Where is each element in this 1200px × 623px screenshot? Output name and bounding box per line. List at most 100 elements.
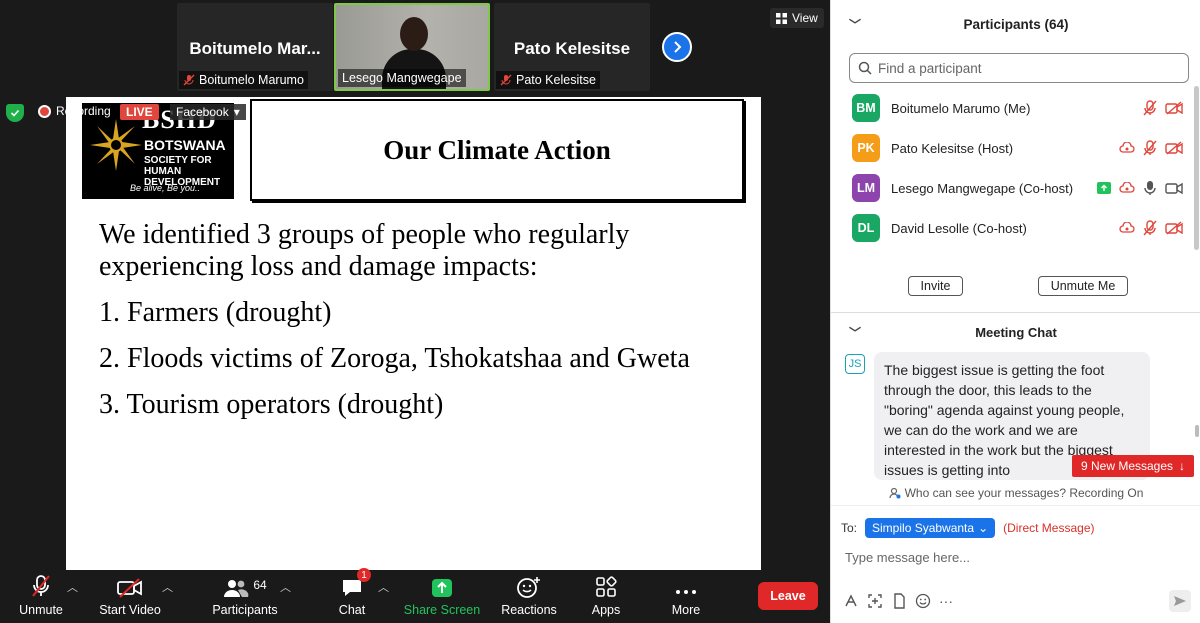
participant-name: Lesego Mangwegape (Co-host) (891, 180, 1074, 196)
reactions-button[interactable]: Reactions (500, 570, 558, 623)
logo-tagline: Be alive, Be you.. (130, 183, 201, 193)
chevron-up-icon[interactable]: ︿ (67, 579, 78, 595)
mic-muted-icon (32, 575, 50, 597)
person-icon (888, 487, 901, 499)
avatar: PK (852, 134, 880, 162)
send-button[interactable] (1169, 590, 1191, 612)
recipient-name: Simpilo Syabwanta (872, 521, 975, 535)
participant-row[interactable]: PK Pato Kelesitse (Host) (831, 128, 1191, 168)
format-icon[interactable] (843, 593, 859, 609)
apps-icon (596, 576, 617, 597)
mic-muted-icon (1143, 140, 1157, 156)
emoji-icon[interactable] (915, 593, 931, 609)
new-messages-label: 9 New Messages (1080, 459, 1174, 473)
unmute-me-button[interactable]: Unmute Me (1038, 276, 1128, 296)
mic-muted-icon (1143, 100, 1157, 116)
start-video-label: Start Video (99, 603, 161, 617)
recording-indicator[interactable]: Recording (38, 104, 111, 118)
to-label: To: (841, 521, 858, 535)
security-shield-icon[interactable] (6, 104, 24, 122)
side-panel: ﹀ Participants (64) BM Boitumelo Marumo … (830, 0, 1200, 623)
tile-label: Boitumelo Marumo (179, 71, 308, 89)
start-video-button[interactable]: Start Video (98, 570, 162, 623)
more-dots-icon (676, 590, 696, 594)
participant-list: BM Boitumelo Marumo (Me) PK Pato Kelesit… (831, 88, 1191, 256)
recipient-row: To: Simpilo Syabwanta ⌄ (Direct Message) (841, 518, 1095, 538)
more-label: More (671, 603, 701, 617)
arrow-down-icon: ↓ (1179, 459, 1186, 473)
unmute-button[interactable]: Unmute (14, 570, 68, 623)
slide-item: 1. Farmers (drought) (99, 297, 332, 328)
meeting-area: Boitumelo Mar... Boitumelo Marumo Lesego… (0, 0, 830, 623)
chevron-down-icon[interactable]: ﹀ (849, 16, 861, 33)
view-button[interactable]: View (770, 8, 824, 28)
tile-label-text: Boitumelo Marumo (199, 73, 304, 87)
participant-row[interactable]: BM Boitumelo Marumo (Me) (831, 88, 1191, 128)
video-off-icon (1165, 221, 1183, 235)
tile-label-text: Pato Kelesitse (516, 73, 596, 87)
participants-button[interactable]: 64 Participants (211, 570, 279, 623)
tile-label-text: Lesego Mangwegape (342, 71, 462, 85)
chat-header: ﹀ Meeting Chat (831, 314, 1200, 350)
stream-dropdown[interactable]: Facebook ▾ (170, 104, 246, 120)
chat-toolbar: ··· (843, 593, 953, 609)
more-button[interactable]: More (668, 570, 704, 623)
participant-name: Pato Kelesitse (Host) (891, 140, 1014, 156)
chevron-right-icon (674, 41, 682, 53)
participant-name: Boitumelo Marumo (Me) (891, 100, 1031, 116)
chat-sender-avatar: JS (845, 354, 865, 374)
apps-button[interactable]: Apps (588, 570, 624, 623)
record-dot-icon (38, 104, 51, 118)
caret-down-icon: ▾ (233, 105, 240, 119)
chevron-up-icon[interactable]: ︿ (162, 579, 173, 595)
video-off-icon (1165, 101, 1183, 115)
chat-button[interactable]: 1 Chat (336, 568, 371, 623)
recipient-select[interactable]: Simpilo Syabwanta ⌄ (865, 518, 996, 538)
mic-icon (1144, 181, 1156, 195)
video-icon (1165, 182, 1183, 195)
tile-big-name: Boitumelo Mar... (189, 39, 321, 58)
share-screen-button[interactable]: Share Screen (404, 570, 480, 623)
live-badge[interactable]: LIVE (120, 104, 159, 120)
tile-label: Pato Kelesitse (496, 71, 600, 89)
file-icon[interactable] (891, 593, 907, 609)
apps-label: Apps (591, 603, 621, 617)
chevron-up-icon[interactable]: ︿ (378, 579, 389, 595)
participant-scrollbar[interactable] (1194, 86, 1199, 250)
meeting-toolbar: Unmute ︿ Start Video ︿ 64 Participants ︿… (0, 568, 830, 623)
recording-cloud-icon (1119, 222, 1135, 233)
chat-scrollbar[interactable] (1195, 425, 1199, 437)
invite-button[interactable]: Invite (908, 276, 963, 296)
chat-label: Chat (338, 603, 366, 617)
more-options-icon[interactable]: ··· (939, 593, 953, 609)
next-page-button[interactable] (662, 32, 692, 62)
share-screen-label: Share Screen (403, 603, 481, 617)
leave-button[interactable]: Leave (758, 582, 818, 610)
slide-body: We identified 3 groups of people who reg… (99, 219, 739, 435)
new-messages-button[interactable]: 9 New Messages ↓ (1072, 455, 1194, 477)
tile-big-name: Pato Kelesitse (513, 39, 631, 58)
participant-search-input[interactable] (878, 60, 1178, 76)
mic-muted-icon (500, 74, 512, 86)
video-tile-pato[interactable]: Pato Kelesitse Pato Kelesitse (494, 3, 650, 91)
participant-search[interactable] (849, 53, 1189, 83)
message-visibility-link[interactable]: Who can see your messages? Recording On (831, 484, 1200, 502)
participant-name: David Lesolle (Co-host) (891, 220, 1027, 236)
chevron-down-icon[interactable]: ﹀ (849, 324, 861, 341)
video-tile-lesego[interactable]: Lesego Mangwegape (334, 3, 490, 91)
slide-item: 2. Floods victims of Zoroga, Tshokatshaa… (99, 343, 690, 374)
logo-line1: BOTSWANA (144, 137, 226, 153)
chevron-up-icon[interactable]: ︿ (280, 579, 291, 595)
recording-cloud-icon (1119, 182, 1135, 193)
video-off-icon (1165, 141, 1183, 155)
chevron-down-icon: ⌄ (978, 521, 989, 535)
chat-message-input[interactable] (845, 547, 1185, 567)
participant-row[interactable]: LM Lesego Mangwegape (Co-host) (831, 168, 1191, 208)
unmute-label: Unmute (19, 603, 63, 617)
participants-header: ﹀ Participants (64) (831, 0, 1200, 48)
participants-icon (224, 580, 249, 597)
participant-row[interactable]: DL David Lesolle (Co-host) (831, 208, 1191, 248)
participants-title: Participants (64) (963, 16, 1069, 32)
video-tile-boitumelo[interactable]: Boitumelo Mar... Boitumelo Marumo (177, 3, 333, 91)
screenshot-icon[interactable] (867, 593, 883, 609)
